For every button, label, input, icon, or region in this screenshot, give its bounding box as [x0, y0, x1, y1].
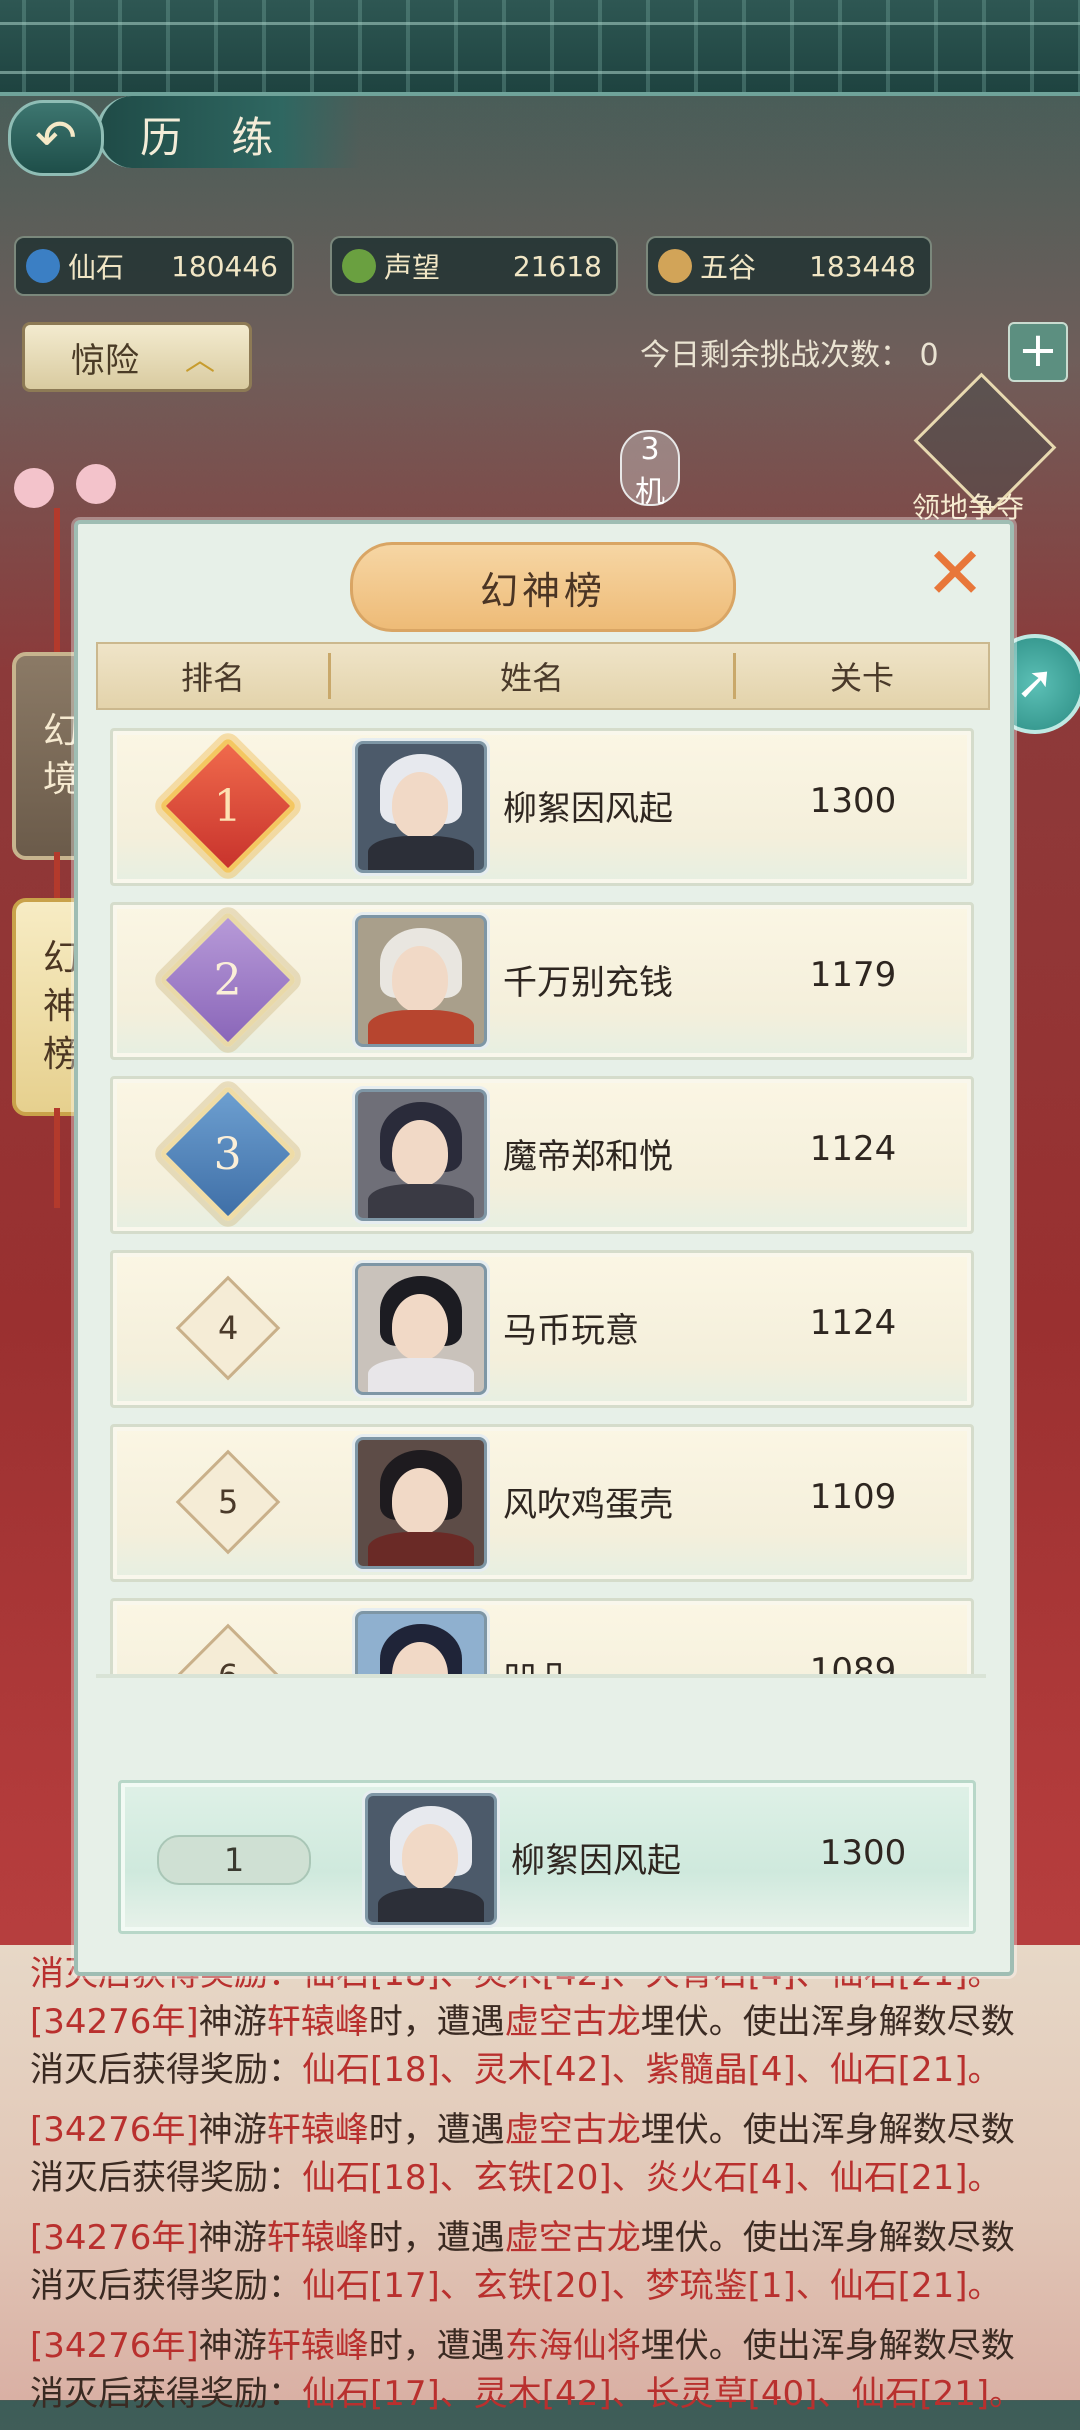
log-entry: [34276年]神游轩辕峰时，遭遇虚空古龙埋伏。使出浑身解数尽数 消灭后获得奖励… [30, 2110, 1015, 2198]
player-level: 1089 [809, 1651, 897, 1674]
player-name: 风吹鸡蛋壳 [503, 1485, 673, 1525]
table-row[interactable]: 1 柳絮因风起 1300 [110, 728, 974, 886]
my-level: 1300 [819, 1833, 907, 1873]
table-row[interactable]: 3 魔帝郑和悦 1124 [110, 1076, 974, 1234]
my-name: 柳絮因风起 [511, 1841, 681, 1881]
avatar[interactable] [355, 1089, 487, 1221]
map-badge-number: 3 [640, 432, 660, 467]
rank-number: 6 [218, 1657, 238, 1674]
resource-xianshi[interactable]: 仙石 180446 [14, 236, 294, 296]
list-divider [96, 1674, 986, 1678]
resource-label: 仙石 [68, 251, 125, 284]
leaderboard-list[interactable]: 1 柳絮因风起 1300 2 千万别充钱 1179 3 魔帝郑和悦 1124 4… [96, 714, 986, 1674]
my-rank-row: 1 柳絮因风起 1300 [118, 1780, 976, 1934]
resource-wugu[interactable]: 五谷 183448 [646, 236, 932, 296]
player-name: 魔帝郑和悦 [503, 1137, 673, 1177]
add-challenge-button[interactable]: + [1008, 322, 1068, 382]
modal-title: 幻神榜 [350, 542, 736, 632]
rank-number: 1 [214, 780, 242, 832]
difficulty-dropdown[interactable]: 惊险 ︿ [22, 322, 252, 392]
blossom-icon [14, 468, 54, 508]
player-name: 马币玩意 [503, 1311, 639, 1351]
tab-rope [54, 508, 60, 656]
leaderboard-modal: 幻神榜 ✕ 排名 姓名 关卡 1 柳絮因风起 1300 2 千万别充钱 1179… [74, 520, 1014, 1976]
map-badge-sub: 机 [635, 475, 665, 510]
player-name: 柳絮因风起 [503, 789, 673, 829]
silver-medal-icon: 2 [158, 910, 298, 1050]
player-level: 1124 [809, 1129, 897, 1169]
player-name: 凹凸 [503, 1651, 571, 1674]
chevron-up-icon: ︿ [185, 343, 215, 378]
rank-number: 3 [214, 1128, 242, 1180]
column-rank: 排名 [98, 653, 331, 699]
close-icon[interactable]: ✕ [920, 537, 990, 610]
avatar[interactable] [355, 915, 487, 1047]
table-row[interactable]: 2 千万别充钱 1179 [110, 902, 974, 1060]
player-level: 1300 [809, 781, 897, 821]
resource-label: 声望 [384, 251, 441, 284]
rank-number: 4 [217, 1308, 239, 1347]
table-row[interactable]: 6 凹凸 1089 [110, 1598, 974, 1674]
player-level: 1109 [809, 1477, 897, 1517]
resource-value: 21618 [512, 249, 602, 283]
bronze-medal-icon: 3 [158, 1084, 298, 1224]
column-name: 姓名 [331, 653, 736, 699]
avatar[interactable] [355, 1437, 487, 1569]
resource-value: 183448 [809, 249, 916, 283]
laurel-icon [342, 249, 376, 283]
difficulty-label: 惊险 [71, 340, 139, 381]
player-level: 1179 [809, 955, 897, 995]
column-level: 关卡 [829, 659, 894, 697]
tab-rope [54, 852, 60, 900]
gem-icon [26, 249, 60, 283]
log-entry: [34276年]神游轩辕峰时，遭遇虚空古龙埋伏。使出浑身解数尽数 消灭后获得奖励… [30, 2002, 1015, 2090]
rank-diamond-icon: 5 [175, 1449, 281, 1555]
player-level: 1124 [809, 1303, 897, 1343]
table-row[interactable]: 5 风吹鸡蛋壳 1109 [110, 1424, 974, 1582]
log-entry: [34276年]神游轩辕峰时，遭遇东海仙将埋伏。使出浑身解数尽数 消灭后获得奖励… [30, 2326, 1024, 2414]
my-avatar [365, 1793, 497, 1925]
log-entry: [34276年]神游轩辕峰时，遭遇虚空古龙埋伏。使出浑身解数尽数 消灭后获得奖励… [30, 2218, 1015, 2306]
battle-log: 消灭后获得奖励：仙石[18]、灵木[42]、天青石[4]、仙石[21]。 [34… [30, 1950, 1070, 2430]
rank-diamond-icon: 4 [175, 1275, 281, 1381]
top-ornament-frieze [0, 0, 1080, 96]
remaining-challenges: 今日剩余挑战次数： 0 [640, 338, 939, 373]
resource-shengwang[interactable]: 声望 21618 [330, 236, 618, 296]
player-name: 千万别充钱 [503, 963, 673, 1003]
avatar[interactable] [355, 1263, 487, 1395]
rank-number: 5 [217, 1482, 239, 1521]
gold-medal-icon: 1 [158, 736, 298, 876]
grain-icon [658, 249, 692, 283]
rank-number: 2 [214, 954, 242, 1006]
plus-icon: + [1017, 322, 1059, 378]
table-row[interactable]: 4 马币玩意 1124 [110, 1250, 974, 1408]
my-rank: 1 [157, 1835, 311, 1885]
resource-value: 180446 [171, 249, 278, 283]
avatar[interactable] [355, 1611, 487, 1674]
resource-label: 五谷 [700, 251, 757, 284]
tab-rope [54, 1108, 60, 1208]
page-title: 历 练 [140, 113, 292, 162]
back-arrow-icon: ↶ [35, 109, 77, 167]
table-header: 排名 姓名 关卡 [96, 642, 990, 710]
avatar[interactable] [355, 741, 487, 873]
map-badge[interactable]: 3 机 [620, 430, 680, 510]
back-button[interactable]: ↶ [8, 100, 104, 176]
rank-diamond-icon: 6 [175, 1623, 281, 1674]
